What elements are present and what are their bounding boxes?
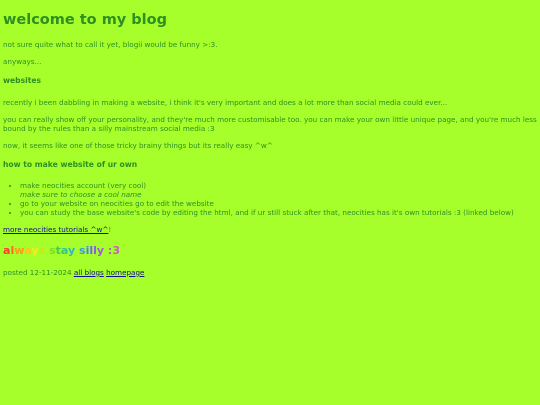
all-blogs-link[interactable]: all blogs xyxy=(74,268,104,277)
paragraph-1: recently i been dabbling in making a web… xyxy=(3,97,448,107)
list-item: make neocities account (very cool) make … xyxy=(20,181,537,199)
paragraph-3: now, it seems like one of those tricky b… xyxy=(3,140,273,150)
rainbow-letter: a xyxy=(60,244,68,258)
rainbow-letter: 3 xyxy=(112,244,120,258)
blog-page: welcome to my blog not sure quite what t… xyxy=(0,0,540,277)
list-item: you can study the base website's code by… xyxy=(20,208,537,217)
tutorials-suffix: ! xyxy=(108,225,112,235)
rainbow-letter: y xyxy=(96,244,105,258)
rainbow-letter: y xyxy=(31,244,39,258)
howto-heading: how to make website of ur own xyxy=(3,159,138,169)
step-text: you can study the base website's code by… xyxy=(20,208,514,218)
post-footer: posted 12-11-2024 all blogs homepage xyxy=(3,268,537,277)
tutorials-line: more neocities tutorials ^w^! xyxy=(3,225,537,234)
steps-list: make neocities account (very cool) make … xyxy=(3,181,537,217)
intro-text: not sure quite what to call it yet, blog… xyxy=(3,40,218,50)
homepage-link[interactable]: homepage xyxy=(106,268,144,277)
step-text: make neocities account (very cool) xyxy=(20,181,147,191)
rainbow-tagline: always stay silly :3 xyxy=(3,244,537,258)
anyways-text: anyways... xyxy=(3,57,42,67)
rainbow-letter: w xyxy=(14,244,25,258)
websites-heading: websites xyxy=(3,76,42,86)
step-subtext: make sure to choose a cool name xyxy=(20,190,142,200)
step-text: go to your website on neocities go to ed… xyxy=(20,199,214,209)
page-title: welcome to my blog xyxy=(3,12,167,28)
posted-date: posted 12-11-2024 xyxy=(3,267,72,277)
tutorials-link[interactable]: more neocities tutorials ^w^ xyxy=(3,225,108,234)
list-item: go to your website on neocities go to ed… xyxy=(20,199,537,208)
paragraph-2: you can really show off your personality… xyxy=(3,114,537,133)
